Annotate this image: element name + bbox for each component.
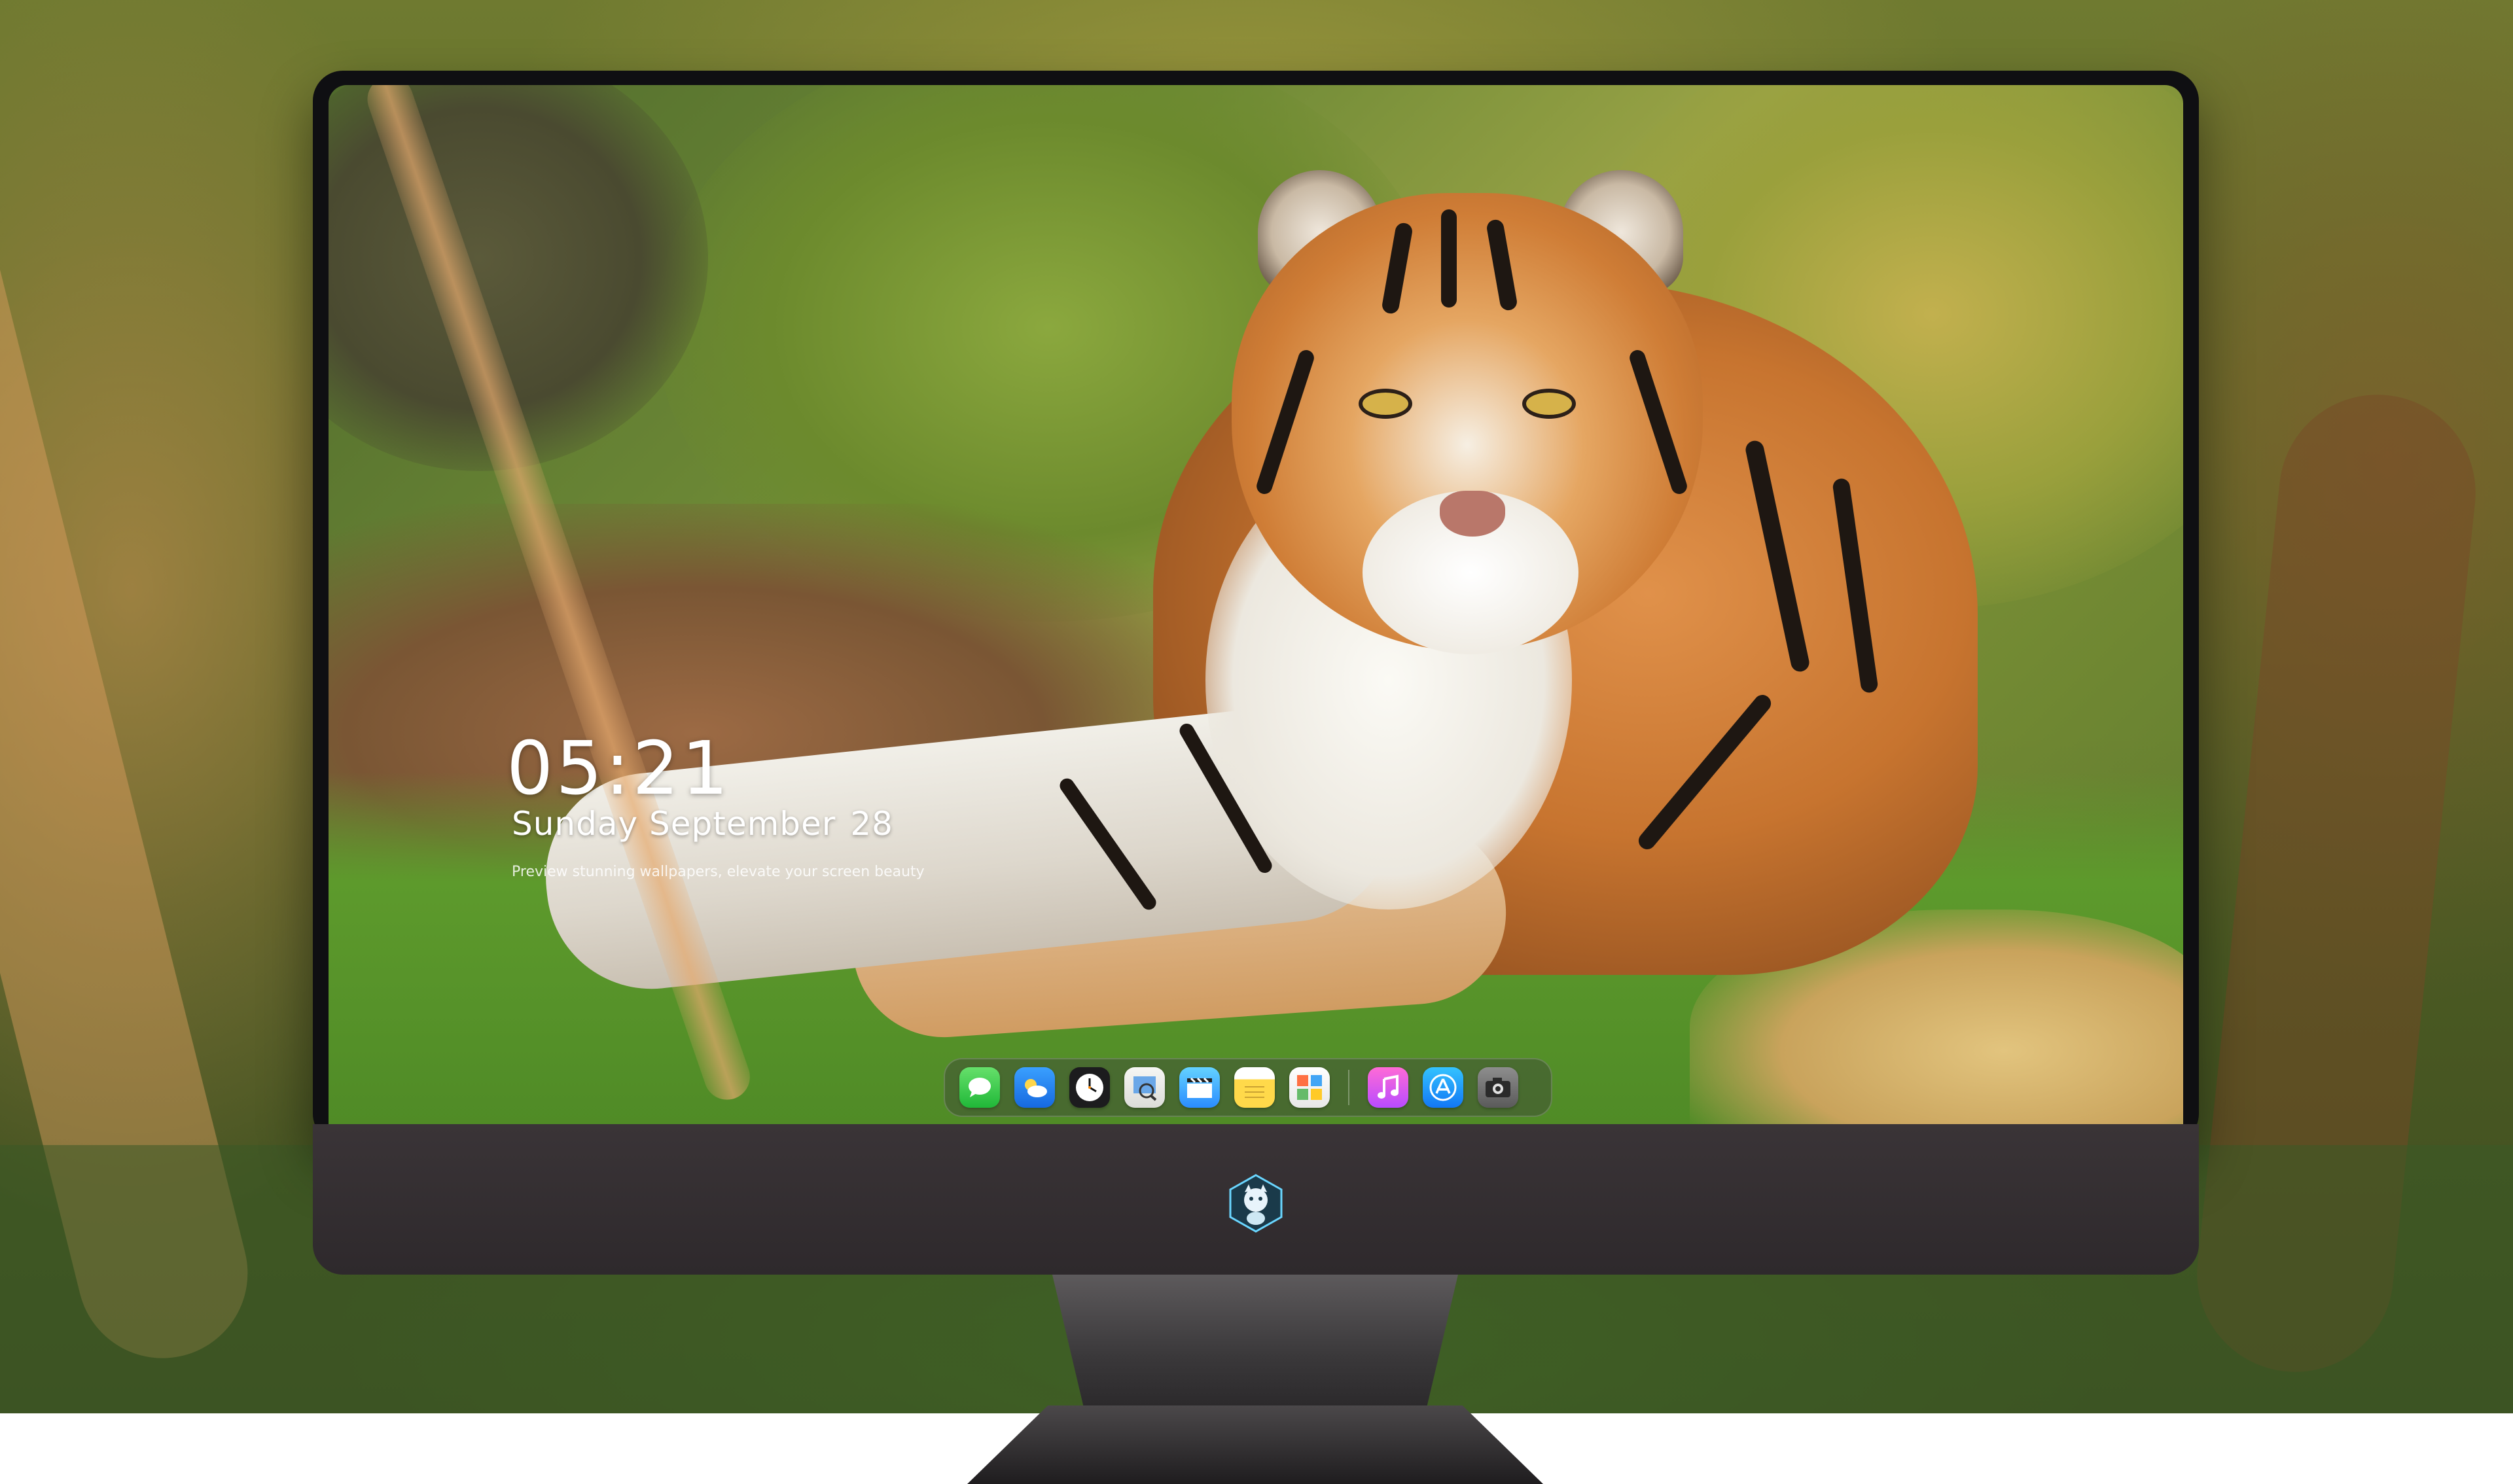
tiger-stripe (1441, 209, 1457, 308)
clips-icon[interactable] (1179, 1067, 1220, 1108)
wallpaper-caption: Preview stunning wallpapers, elevate you… (512, 864, 925, 880)
notes-icon[interactable] (1234, 1067, 1275, 1108)
dock (944, 1058, 1552, 1117)
messages-icon[interactable] (959, 1067, 1000, 1108)
dock-separator (1348, 1070, 1349, 1105)
wallpaper-tiger (329, 85, 2183, 1127)
lock-screen[interactable]: 05:21 Sunday September 28 Preview stunnin… (329, 85, 2183, 1127)
app-store-icon[interactable] (1423, 1067, 1463, 1108)
monitor-stand-neck (1052, 1275, 1458, 1412)
lock-screen-time: 05:21 (507, 726, 731, 811)
photo-booth-icon[interactable] (1289, 1067, 1330, 1108)
monitor-stand-base (967, 1405, 1543, 1484)
preview-icon[interactable] (1124, 1067, 1165, 1108)
lock-screen-date: Sunday September 28 (512, 805, 893, 843)
tiger-eye (1363, 393, 1408, 415)
music-icon[interactable] (1368, 1067, 1408, 1108)
clock-icon[interactable] (1069, 1067, 1110, 1108)
tiger-eye (1526, 393, 1572, 415)
date-weekday-month: Sunday September (512, 805, 836, 843)
brand-logo-icon (1229, 1174, 1283, 1233)
camera-icon[interactable] (1478, 1067, 1518, 1108)
weather-icon[interactable] (1014, 1067, 1055, 1108)
date-day: 28 (850, 805, 893, 843)
monitor: 05:21 Sunday September 28 Preview stunnin… (313, 71, 2199, 1484)
tiger-nose (1440, 491, 1505, 537)
